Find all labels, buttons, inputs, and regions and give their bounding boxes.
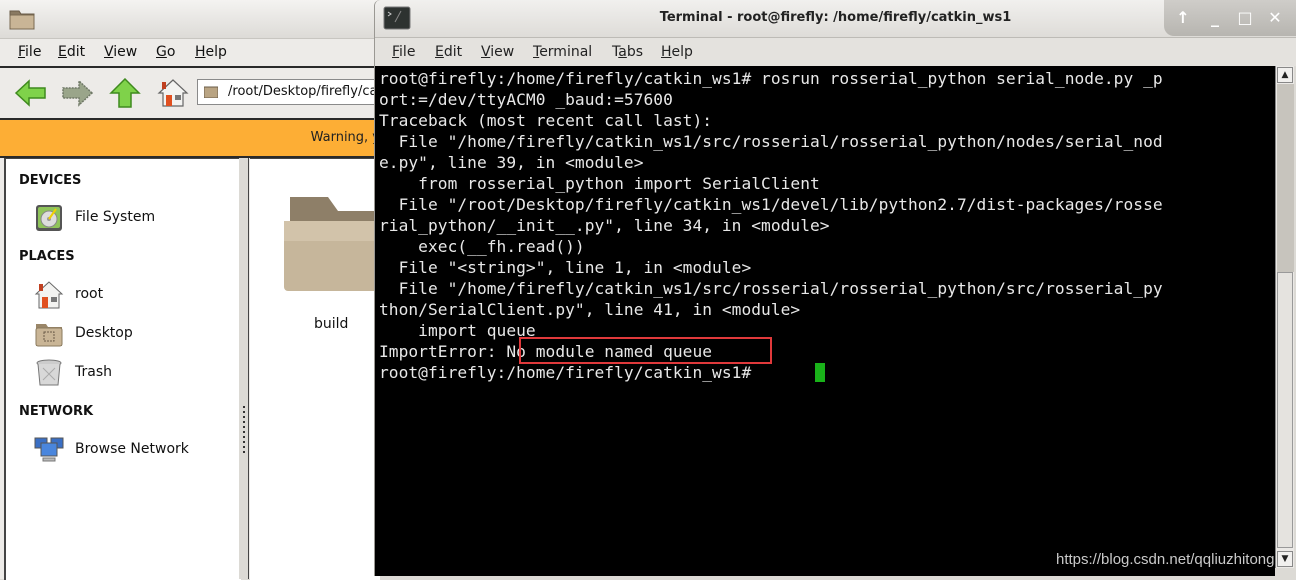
- menu-file[interactable]: File: [392, 44, 415, 60]
- menu-file[interactable]: File: [18, 44, 41, 60]
- location-bar[interactable]: /root/Desktop/firefly/catkin_ws1: [197, 79, 387, 105]
- scrollbar-trough[interactable]: [1277, 84, 1294, 272]
- network-icon: [34, 437, 64, 462]
- sidebar-item-label: Desktop: [75, 325, 133, 341]
- location-path: /root/Desktop/firefly/catkin_ws1: [228, 84, 386, 99]
- folder-icon: [284, 197, 380, 291]
- file-manager-titlebar[interactable]: [0, 0, 380, 39]
- sidebar-item-file-system[interactable]: File System: [34, 203, 234, 233]
- menu-help[interactable]: Help: [661, 44, 693, 60]
- sidebar: DEVICES File System PLACES root Desktop …: [4, 158, 241, 580]
- warning-banner: Warning, y: [0, 120, 380, 158]
- splitter-grip: [243, 406, 245, 454]
- forward-arrow-icon[interactable]: [60, 78, 94, 108]
- close-button[interactable]: ✕: [1264, 7, 1286, 29]
- file-item-label: build: [314, 316, 349, 332]
- maximize-button[interactable]: □: [1234, 7, 1256, 29]
- menu-view[interactable]: View: [481, 44, 514, 60]
- sidebar-heading-devices: DEVICES: [19, 173, 82, 188]
- file-manager-menubar: File Edit View Go Help: [0, 39, 380, 68]
- up-arrow-icon[interactable]: [108, 78, 142, 108]
- file-view: build: [250, 158, 380, 580]
- desktop-folder-icon: [35, 324, 63, 347]
- menu-edit[interactable]: Edit: [58, 44, 85, 60]
- terminal-scrollbar[interactable]: ▲ ▼: [1275, 66, 1294, 568]
- menu-help[interactable]: Help: [195, 44, 227, 60]
- watermark: https://blog.csdn.net/qqliuzhitong: [1056, 551, 1275, 568]
- terminal-screen[interactable]: root@firefly:/home/firefly/catkin_ws1# r…: [375, 66, 1275, 576]
- trash-icon: [36, 359, 62, 386]
- sidebar-item-trash[interactable]: Trash: [34, 358, 234, 388]
- terminal-line: File "<string>", line 1, in <module>: [379, 258, 752, 277]
- terminal-prompt: root@firefly:/home/firefly/catkin_ws1#: [379, 363, 762, 382]
- menu-terminal[interactable]: Terminal: [533, 44, 592, 60]
- terminal-title: Terminal - root@firefly: /home/firefly/c…: [659, 10, 1012, 25]
- sidebar-item-label: File System: [75, 209, 156, 225]
- terminal-line: root@firefly:/home/firefly/catkin_ws1# r…: [379, 69, 1163, 88]
- menu-tabs[interactable]: Tabs: [612, 44, 643, 60]
- home-icon: [34, 281, 64, 309]
- back-arrow-icon[interactable]: [14, 78, 48, 108]
- scroll-up-arrow-icon[interactable]: ▲: [1277, 67, 1293, 83]
- sidebar-heading-places: PLACES: [19, 249, 75, 264]
- sidebar-item-root[interactable]: root: [34, 280, 234, 310]
- terminal-line: from rosserial_python import SerialClien…: [379, 174, 820, 193]
- folder-icon: [204, 86, 218, 98]
- menu-view[interactable]: View: [104, 44, 137, 60]
- terminal-line: Traceback (most recent call last):: [379, 111, 713, 130]
- window-controls: ↑ _ □ ✕: [1164, 0, 1296, 36]
- terminal-line: rial_python/__init__.py", line 34, in <m…: [379, 216, 830, 235]
- pane-splitter[interactable]: [239, 158, 249, 579]
- warning-text: Warning, y: [310, 130, 380, 145]
- sidebar-item-label: root: [75, 286, 104, 302]
- terminal-line: File "/root/Desktop/firefly/catkin_ws1/d…: [379, 195, 1163, 214]
- sidebar-item-desktop[interactable]: Desktop: [34, 319, 234, 349]
- terminal-line: thon/SerialClient.py", line 41, in <modu…: [379, 300, 801, 319]
- sidebar-item-label: Trash: [75, 364, 112, 380]
- home-icon[interactable]: [156, 78, 190, 108]
- menu-go[interactable]: Go: [156, 44, 175, 60]
- terminal-line: File "/home/firefly/catkin_ws1/src/rosse…: [379, 132, 1163, 151]
- terminal-line: exec(__fh.read()): [379, 237, 585, 256]
- terminal-cursor: [815, 363, 825, 382]
- terminal-line: File "/home/firefly/catkin_ws1/src/rosse…: [379, 279, 1163, 298]
- terminal-line: ort:=/dev/ttyACM0 _baud:=57600: [379, 90, 673, 109]
- terminal-line: e.py", line 39, in <module>: [379, 153, 644, 172]
- scroll-down-arrow-icon[interactable]: ▼: [1277, 551, 1293, 567]
- folder-icon: [9, 10, 35, 30]
- terminal-titlebar[interactable]: Terminal - root@firefly: /home/firefly/c…: [375, 0, 1296, 38]
- terminal-line: import queue: [379, 321, 536, 340]
- error-highlight-box: [519, 337, 772, 364]
- sidebar-item-label: Browse Network: [75, 441, 189, 457]
- scrollbar-thumb[interactable]: [1277, 272, 1293, 548]
- hard-drive-icon: [36, 205, 62, 231]
- menu-edit[interactable]: Edit: [435, 44, 462, 60]
- terminal-window: Terminal - root@firefly: /home/firefly/c…: [374, 0, 1296, 579]
- sidebar-heading-network: NETWORK: [19, 404, 94, 419]
- minimize-button[interactable]: _: [1204, 7, 1226, 29]
- file-manager-window: File Edit View Go Help /root/Desktop/fir…: [0, 0, 387, 580]
- sidebar-item-browse-network[interactable]: Browse Network: [34, 435, 234, 465]
- terminal-menubar: File Edit View Terminal Tabs Help: [375, 38, 1296, 66]
- shade-button[interactable]: ↑: [1172, 7, 1194, 29]
